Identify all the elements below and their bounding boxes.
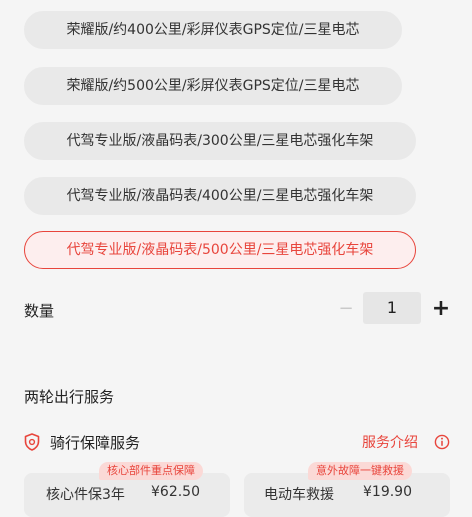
service-card-name: 核心件保3年 (46, 487, 125, 503)
info-icon[interactable] (434, 434, 450, 450)
service-card-tag: 意外故障一键救援 (308, 462, 412, 480)
service-card-price: ¥62.50 (151, 484, 200, 500)
service-card-tag: 核心部件重点保障 (99, 462, 203, 480)
travel-services-title: 两轮出行服务 (24, 388, 115, 406)
riding-protection-title: 骑行保障服务 (50, 434, 141, 452)
option-pro-500km[interactable]: 代驾专业版/液晶码表/500公里/三星电芯强化车架 (24, 231, 416, 269)
shield-icon (24, 433, 40, 451)
quantity-value[interactable]: 1 (363, 292, 421, 324)
service-intro-link[interactable]: 服务介绍 (362, 432, 418, 452)
option-pro-300km[interactable]: 代驾专业版/液晶码表/300公里/三星电芯强化车架 (24, 122, 416, 160)
quantity-decrease-button[interactable]: − (336, 297, 356, 321)
quantity-label: 数量 (24, 302, 55, 320)
option-glory-500km[interactable]: 荣耀版/约500公里/彩屏仪表GPS定位/三星电芯 (24, 67, 402, 105)
option-pro-400km[interactable]: 代驾专业版/液晶码表/400公里/三星电芯强化车架 (24, 177, 416, 215)
quantity-increase-button[interactable]: + (430, 296, 452, 322)
option-glory-400km[interactable]: 荣耀版/约400公里/彩屏仪表GPS定位/三星电芯 (24, 11, 402, 49)
service-card-name: 电动车救援 (264, 487, 334, 503)
service-card-price: ¥19.90 (363, 484, 412, 500)
